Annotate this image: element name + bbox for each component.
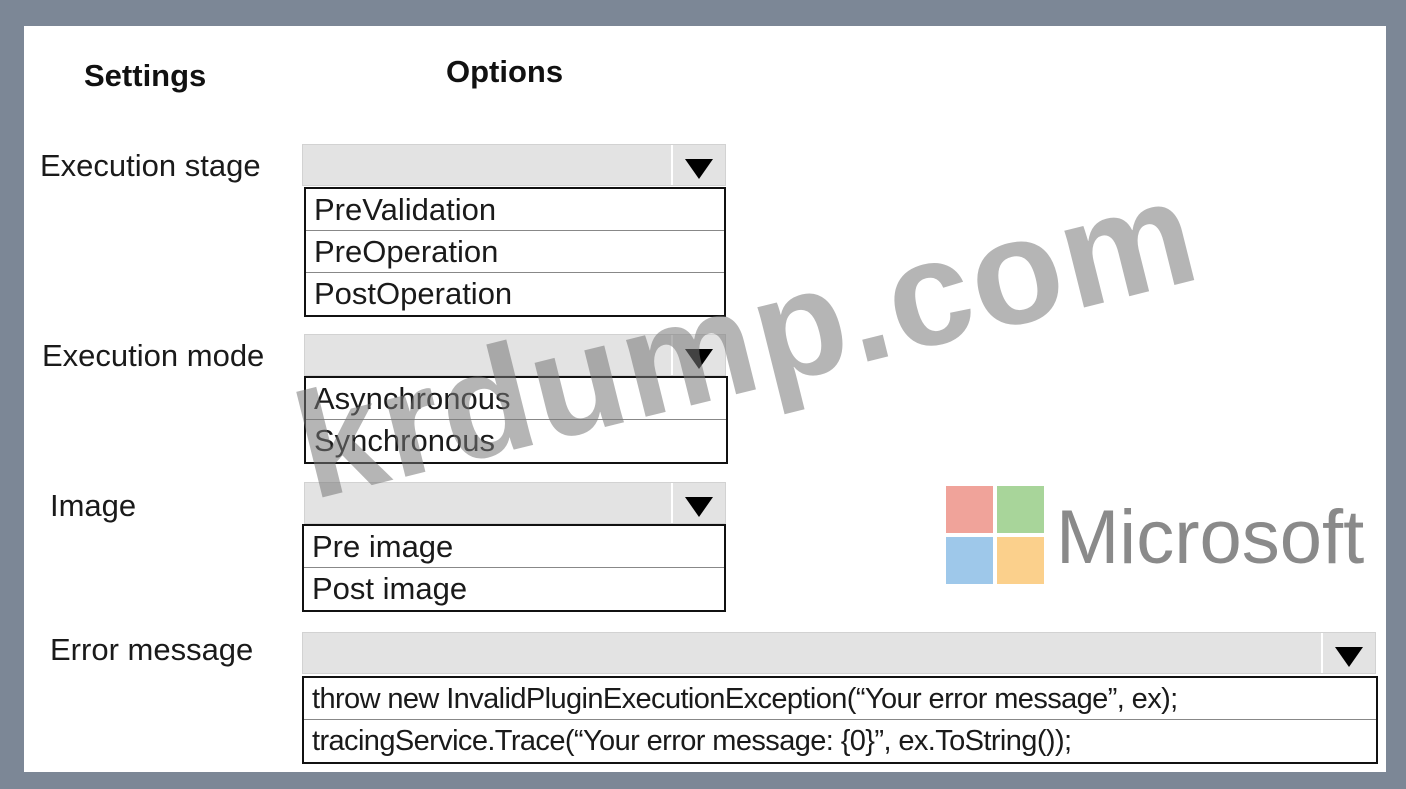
exam-panel: Settings Options Execution stage PreVali… bbox=[24, 26, 1386, 772]
logo-yellow-square bbox=[997, 537, 1044, 584]
triangle-down-icon bbox=[685, 349, 713, 369]
execution-mode-options: Asynchronous Synchronous bbox=[304, 376, 728, 464]
execution-stage-options: PreValidation PreOperation PostOperation bbox=[304, 187, 726, 317]
error-message-options: throw new InvalidPluginExecutionExceptio… bbox=[302, 676, 1378, 764]
option-pre-image[interactable]: Pre image bbox=[304, 526, 724, 568]
option-synchronous[interactable]: Synchronous bbox=[306, 420, 726, 462]
execution-stage-label: Execution stage bbox=[40, 148, 261, 183]
option-post-image[interactable]: Post image bbox=[304, 568, 724, 610]
settings-header: Settings bbox=[84, 58, 207, 93]
dropdown-arrow-button[interactable] bbox=[671, 483, 725, 523]
triangle-down-icon bbox=[685, 159, 713, 179]
logo-red-square bbox=[946, 486, 993, 533]
image-dropdown[interactable] bbox=[304, 482, 726, 524]
triangle-down-icon bbox=[685, 497, 713, 517]
option-tracing-service[interactable]: tracingService.Trace(“Your error message… bbox=[304, 720, 1376, 762]
options-header: Options bbox=[446, 54, 564, 89]
image-label: Image bbox=[50, 488, 137, 523]
error-message-label: Error message bbox=[50, 632, 254, 667]
logo-green-square bbox=[997, 486, 1044, 533]
error-message-dropdown[interactable] bbox=[302, 632, 1376, 674]
option-prevalidation[interactable]: PreValidation bbox=[306, 189, 724, 231]
dropdown-arrow-button[interactable] bbox=[1321, 633, 1375, 673]
option-asynchronous[interactable]: Asynchronous bbox=[306, 378, 726, 420]
execution-stage-dropdown[interactable] bbox=[302, 144, 726, 186]
dropdown-arrow-button[interactable] bbox=[671, 335, 725, 375]
microsoft-wordmark: Microsoft bbox=[1056, 495, 1365, 580]
dropdown-arrow-button[interactable] bbox=[671, 145, 725, 185]
option-preoperation[interactable]: PreOperation bbox=[306, 231, 724, 273]
image-options: Pre image Post image bbox=[302, 524, 726, 612]
logo-blue-square bbox=[946, 537, 993, 584]
execution-mode-label: Execution mode bbox=[42, 338, 265, 373]
option-throw-exception[interactable]: throw new InvalidPluginExecutionExceptio… bbox=[304, 678, 1376, 720]
option-postoperation[interactable]: PostOperation bbox=[306, 273, 724, 315]
execution-mode-dropdown[interactable] bbox=[304, 334, 726, 376]
triangle-down-icon bbox=[1335, 647, 1363, 667]
